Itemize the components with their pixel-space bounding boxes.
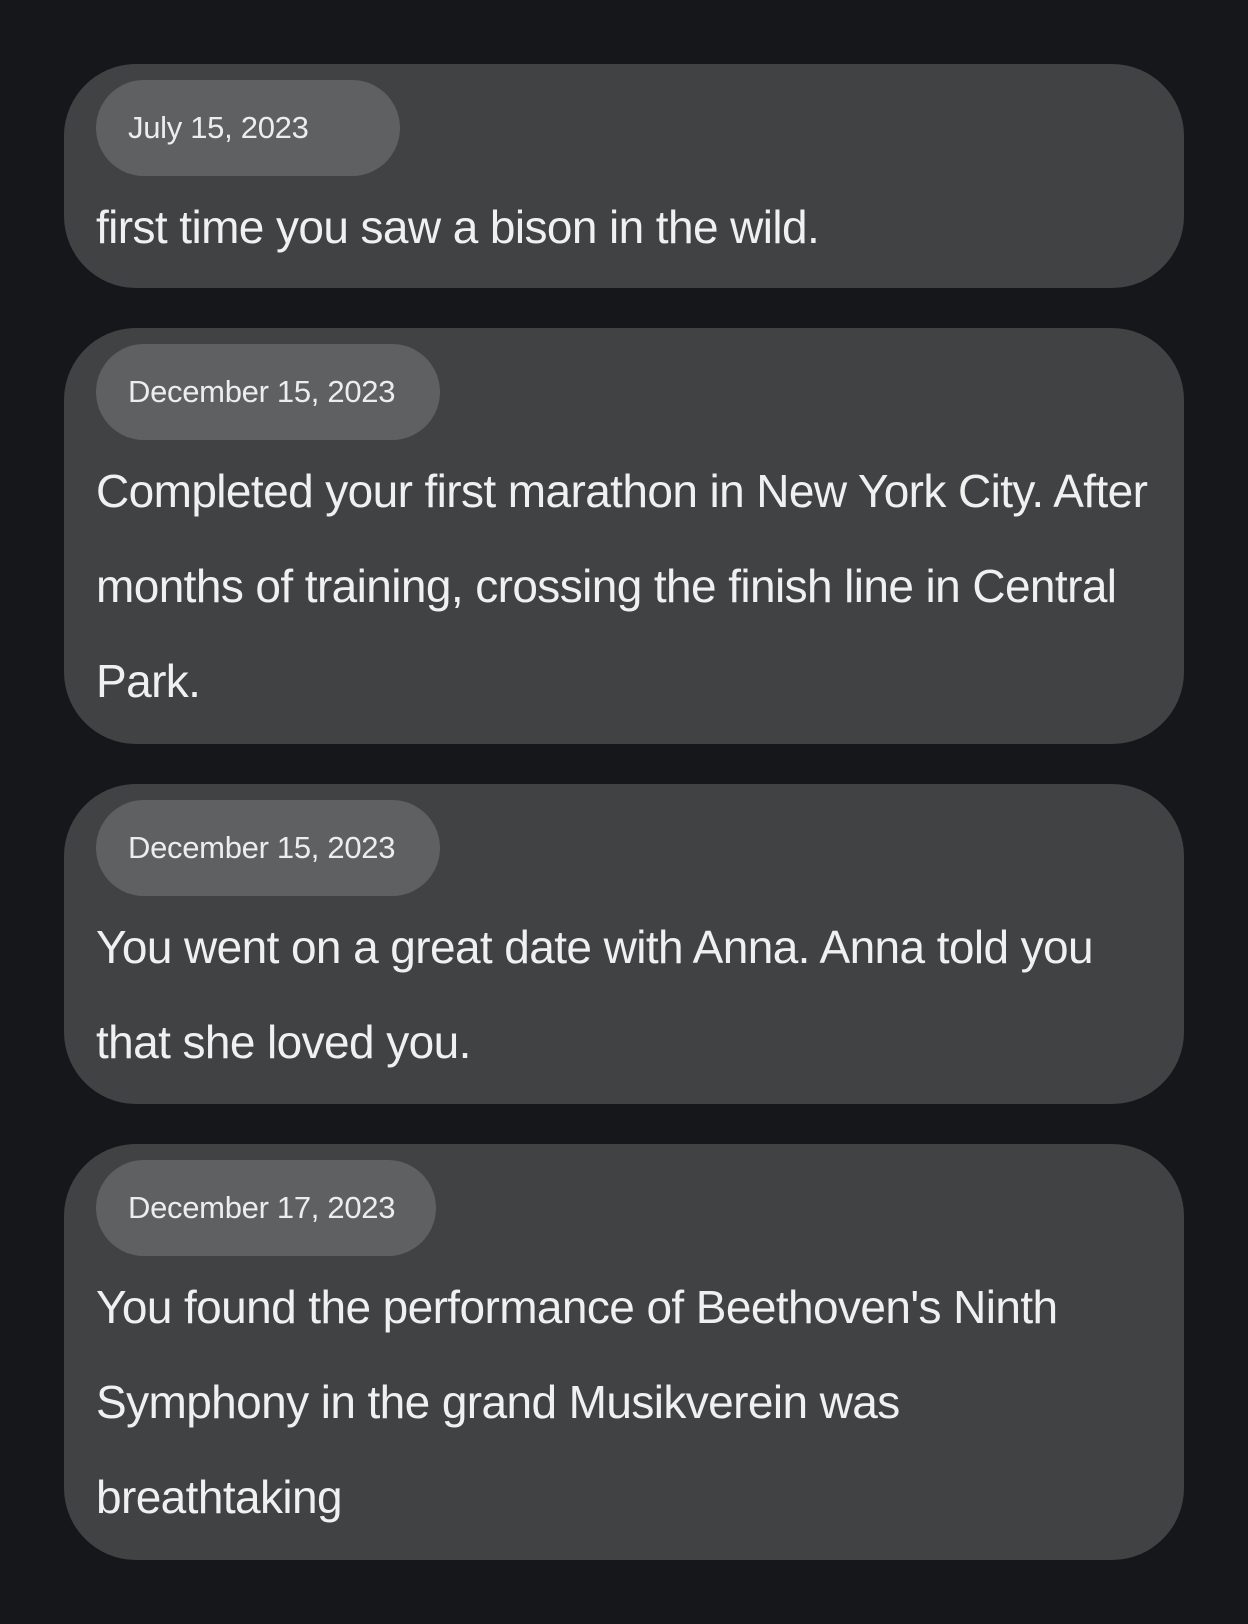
memory-date-badge: July 15, 2023 [96,80,400,176]
memory-text: You went on a great date with Anna. Anna… [96,921,1094,1068]
memory-card[interactable]: July 15, 2023 first time you saw a bison… [64,64,1184,288]
memory-date-badge: December 15, 2023 [96,800,440,896]
memory-card[interactable]: December 15, 2023 You went on a great da… [64,784,1184,1104]
memory-text: first time you saw a bison in the wild. [96,201,820,253]
memory-text: Completed your first marathon in New Yor… [96,465,1148,707]
memory-date-badge: December 15, 2023 [96,344,440,440]
memory-card[interactable]: December 17, 2023 You found the performa… [64,1144,1184,1560]
memory-date-badge: December 17, 2023 [96,1160,436,1256]
memory-card[interactable]: December 15, 2023 Completed your first m… [64,328,1184,744]
memory-text: You found the performance of Beethoven's… [96,1281,1058,1523]
memory-list: July 15, 2023 first time you saw a bison… [64,64,1184,1600]
